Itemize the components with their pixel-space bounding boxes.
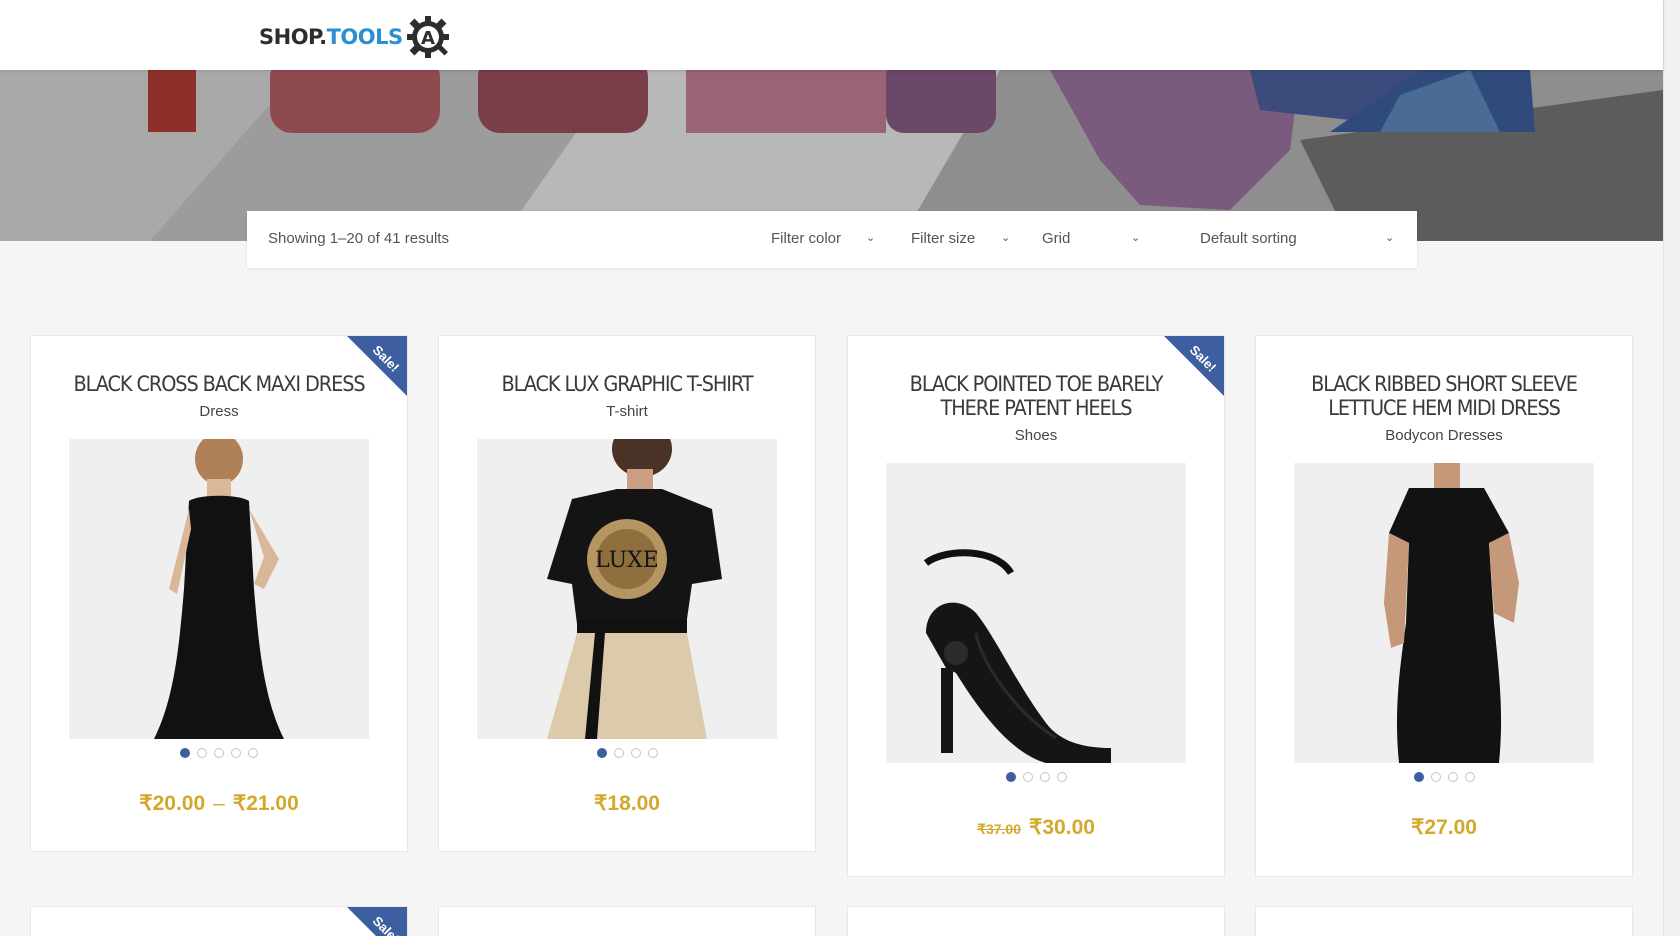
carousel-dot[interactable] [613,748,624,758]
image-carousel-dots[interactable] [1256,772,1632,782]
image-carousel-dots[interactable] [439,748,815,758]
product-category[interactable]: Shoes [848,427,1224,444]
sorting-label: Default sorting [1200,230,1297,247]
sorting-select[interactable]: Default sorting ⌄ [1200,230,1400,247]
product-title[interactable]: BLACK POINTED TOE BARELY THERE PATENT HE… [881,372,1190,420]
product-price: ₹27.00 [1411,816,1477,839]
carousel-dot[interactable] [647,748,658,758]
heels-image-icon [886,463,1186,763]
product-price: ₹18.00 [594,792,660,815]
product-category[interactable]: T-shirt [439,403,815,420]
carousel-dot[interactable] [630,748,641,758]
view-mode-select[interactable]: Grid ⌄ [1042,230,1152,247]
product-card[interactable] [438,906,816,936]
result-count: Showing 1–20 of 41 results [268,230,449,247]
logo-gear-icon: A [406,16,449,58]
carousel-dot[interactable] [1005,772,1016,782]
carousel-dot[interactable] [1430,772,1441,782]
sale-badge: Sale! [347,907,407,936]
product-title[interactable]: BLACK LUX GRAPHIC T-SHIRT [472,372,781,396]
price-max: ₹21.00 [232,792,299,815]
product-image[interactable] [69,439,369,739]
product-card[interactable]: Sale! [30,906,408,936]
carousel-dot[interactable] [248,748,258,758]
site-logo[interactable]: SHOP. TOOLS A [259,14,451,60]
logo-tools-text: TOOLS [326,25,404,49]
chevron-down-icon: ⌄ [1131,232,1141,244]
midi-dress-image-icon [1294,463,1594,763]
carousel-dot[interactable] [231,748,241,758]
carousel-dot[interactable] [1039,772,1050,782]
product-title[interactable]: BLACK CROSS BACK MAXI DRESS [64,372,373,396]
carousel-dot[interactable] [596,748,607,758]
product-image[interactable]: LUXE [477,439,777,739]
filter-size-label: Filter size [911,230,976,247]
logo-shop-text: SHOP. [259,25,327,49]
chevron-down-icon: ⌄ [1385,232,1395,244]
product-image[interactable] [1294,463,1594,763]
price-min: ₹20.00 [139,792,206,815]
filter-size-select[interactable]: Filter size ⌄ [911,230,1021,247]
page-scrollbar[interactable] [1663,0,1680,936]
product-card[interactable]: BLACK RIBBED SHORT SLEEVE LETTUCE HEM MI… [1255,335,1633,877]
product-price: ₹37.00 ₹30.00 [848,815,1224,840]
view-mode-label: Grid [1042,230,1071,247]
chevron-down-icon: ⌄ [1001,232,1011,244]
carousel-dot[interactable] [1413,772,1424,782]
tshirt-image-icon: LUXE [477,439,777,739]
image-carousel-dots[interactable] [848,772,1224,782]
product-category[interactable]: Dress [31,403,407,420]
product-image[interactable] [886,463,1186,763]
shop-toolbar: Showing 1–20 of 41 results Filter color … [247,211,1417,268]
product-card[interactable] [847,906,1225,936]
carousel-dot[interactable] [214,748,224,758]
svg-text:LUXE: LUXE [595,548,659,573]
image-carousel-dots[interactable] [31,748,407,758]
product-price: ₹20.00– ₹21.00 [31,791,407,816]
carousel-dot[interactable] [197,748,207,758]
product-card[interactable] [1255,906,1633,936]
product-card[interactable]: Sale! BLACK POINTED TOE BARELY THERE PAT… [847,335,1225,877]
filter-color-label: Filter color [771,230,842,247]
price-separator: – [213,792,225,815]
site-header: SHOP. TOOLS A [0,0,1663,70]
filter-color-select[interactable]: Filter color ⌄ [771,230,891,247]
chevron-down-icon: ⌄ [866,232,876,244]
carousel-dot[interactable] [180,748,190,758]
carousel-dot[interactable] [1022,772,1033,782]
old-price: ₹37.00 [977,821,1022,837]
carousel-dot[interactable] [1056,772,1067,782]
svg-text:A: A [421,28,435,49]
carousel-dot[interactable] [1464,772,1475,782]
product-card[interactable]: Sale! BLACK CROSS BACK MAXI DRESS Dress … [30,335,408,852]
product-category[interactable]: Bodycon Dresses [1256,427,1632,444]
carousel-dot[interactable] [1447,772,1458,782]
dress-image-icon [69,439,369,739]
product-title[interactable]: BLACK RIBBED SHORT SLEEVE LETTUCE HEM MI… [1289,372,1598,420]
product-card[interactable]: BLACK LUX GRAPHIC T-SHIRT T-shirt LUXE ₹… [438,335,816,852]
sale-price: ₹30.00 [1029,816,1095,839]
